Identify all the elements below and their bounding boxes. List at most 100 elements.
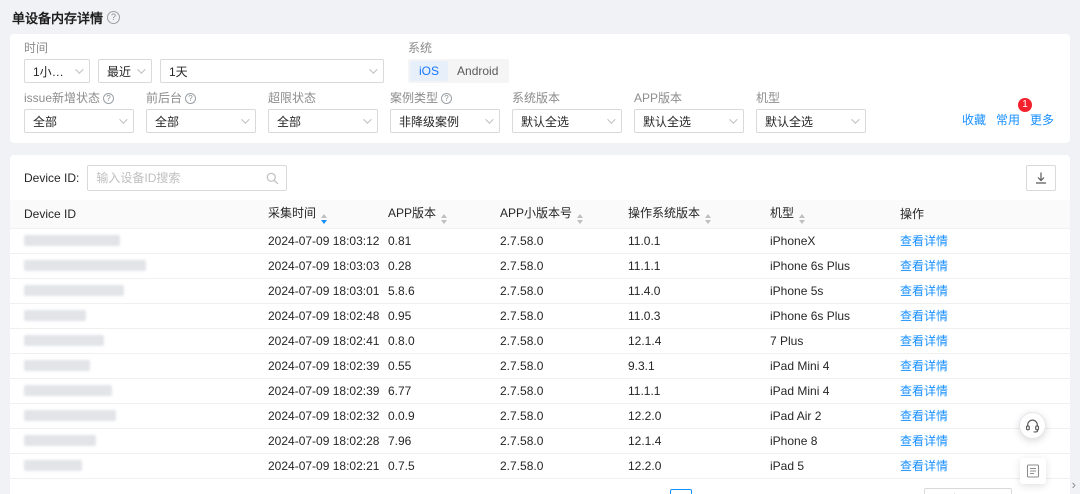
device-id-redacted: [24, 335, 104, 346]
chevron-down-icon: [75, 65, 84, 74]
device-id-label: Device ID:: [24, 171, 80, 185]
headset-icon: [1025, 419, 1040, 433]
view-detail-link[interactable]: 查看详情: [900, 409, 948, 423]
table-header-row: Device ID 采集时间 APP版本 APP小版本号 操作系统版本 机型 操作: [10, 200, 1070, 229]
cell-os-version: 9.3.1: [620, 353, 762, 379]
cell-app-minor-version: 2.7.58.0: [492, 353, 620, 379]
filter-select[interactable]: 非降级案例: [390, 109, 500, 133]
table-row: 2024-07-09 18:03:01 5.8.6 2.7.58.0 11.4.…: [10, 278, 1070, 304]
cell-app-minor-version: 2.7.58.0: [492, 278, 620, 304]
view-detail-link[interactable]: 查看详情: [900, 459, 948, 473]
filter-select[interactable]: 默认全选: [634, 109, 744, 133]
filter-field: 超限状态 全部: [268, 91, 378, 133]
time-granularity-select[interactable]: 1小时...: [24, 59, 90, 83]
view-detail-link[interactable]: 查看详情: [900, 284, 948, 298]
filter-select[interactable]: 全部: [146, 109, 256, 133]
column-header[interactable]: APP小版本号: [492, 200, 620, 229]
feedback-float-button[interactable]: [1019, 412, 1046, 439]
filter-select[interactable]: 全部: [24, 109, 134, 133]
time-label: 时间: [24, 41, 49, 55]
cell-app-version: 0.7.5: [380, 453, 492, 479]
info-icon[interactable]: ?: [441, 93, 453, 104]
view-detail-link[interactable]: 查看详情: [900, 434, 948, 448]
page-button-1234[interactable]: 1234: [851, 489, 886, 494]
system-android-button[interactable]: Android: [448, 61, 507, 81]
view-detail-link[interactable]: 查看详情: [900, 384, 948, 398]
docs-float-button[interactable]: [1020, 458, 1046, 484]
chevron-down-icon: [851, 115, 860, 124]
page-info-icon[interactable]: ?: [107, 11, 121, 24]
download-button[interactable]: [1026, 165, 1056, 191]
more-link[interactable]: 更多: [1030, 111, 1054, 128]
cell-device-id: [10, 228, 260, 254]
filter-select[interactable]: 全部: [268, 109, 378, 133]
sort-icon[interactable]: [577, 214, 584, 224]
pagination-prev-button[interactable]: ‹: [640, 489, 662, 494]
view-detail-link[interactable]: 查看详情: [900, 334, 948, 348]
chevron-down-icon: [729, 115, 738, 124]
system-segmented-control: iOS Android: [408, 59, 510, 83]
cell-app-version: 0.8.0: [380, 328, 492, 354]
column-header[interactable]: 采集时间: [260, 200, 380, 229]
sort-icon[interactable]: [441, 214, 448, 224]
filter-select-value: 默认全选: [765, 114, 814, 129]
table-row: 2024-07-09 18:02:41 0.8.0 2.7.58.0 12.1.…: [10, 328, 1070, 354]
filter-field-label: APP版本: [634, 91, 683, 105]
page-button-3[interactable]: 3: [730, 489, 752, 494]
cell-os-version: 11.4.0: [620, 278, 762, 304]
page-ellipsis: •••: [820, 489, 844, 494]
info-icon[interactable]: ?: [185, 93, 197, 104]
filter-field-label: issue新增状态 ?: [24, 91, 134, 106]
common-link[interactable]: 常用: [996, 111, 1020, 128]
column-header[interactable]: 机型: [762, 200, 892, 229]
document-icon: [1026, 464, 1040, 478]
time-mode-select[interactable]: 最近: [98, 59, 152, 83]
table-body: 2024-07-09 18:03:12 0.81 2.7.58.0 11.0.1…: [10, 228, 1070, 479]
view-detail-link[interactable]: 查看详情: [900, 234, 948, 248]
device-id-redacted: [24, 310, 86, 321]
page-button-4[interactable]: 4: [760, 489, 782, 494]
expand-panel-button[interactable]: ›: [1072, 478, 1076, 491]
page-button-1[interactable]: 1: [669, 488, 692, 494]
pagination-next-button[interactable]: ›: [894, 489, 916, 494]
page-title: 单设备内存详情: [12, 11, 104, 26]
filter-select-value: 默认全选: [521, 114, 570, 129]
view-detail-link[interactable]: 查看详情: [900, 359, 948, 373]
device-id-search-input[interactable]: [87, 165, 288, 191]
filter-select[interactable]: 默认全选: [756, 109, 866, 133]
filter-field: 机型 默认全选: [756, 91, 866, 133]
filter-field-label: 机型: [756, 91, 781, 105]
system-ios-button[interactable]: iOS: [410, 61, 449, 81]
chevron-down-icon: [363, 115, 372, 124]
column-header[interactable]: 操作系统版本: [620, 200, 762, 229]
cell-app-version: 0.81: [380, 228, 492, 254]
cell-model: iPhone 5s: [762, 278, 892, 304]
cell-collect-time: 2024-07-09 18:02:32: [260, 403, 380, 429]
cell-collect-time: 2024-07-09 18:03:03: [260, 253, 380, 279]
page-button-2[interactable]: 2: [700, 489, 722, 494]
table-row: 2024-07-09 18:02:48 0.95 2.7.58.0 11.0.3…: [10, 303, 1070, 329]
filter-field: 案例类型 ? 非降级案例: [390, 91, 500, 133]
cell-os-version: 11.0.1: [620, 228, 762, 254]
time-range-select[interactable]: 1天: [160, 59, 384, 83]
sort-icon[interactable]: [799, 214, 806, 224]
column-header[interactable]: APP版本: [380, 200, 492, 229]
filter-field: issue新增状态 ? 全部: [24, 91, 134, 133]
chevron-down-icon: [119, 115, 128, 124]
time-granularity-value: 1小时...: [33, 64, 69, 79]
sort-icon[interactable]: [705, 214, 712, 224]
filter-select[interactable]: 默认全选: [512, 109, 622, 133]
view-detail-link[interactable]: 查看详情: [900, 259, 948, 273]
cell-app-minor-version: 2.7.58.0: [492, 378, 620, 404]
page-size-select[interactable]: 10 条/页: [924, 487, 1012, 494]
filter-actions: 1 收藏 常用 更多: [962, 98, 1056, 133]
page-button-5[interactable]: 5: [790, 489, 812, 494]
sort-icon[interactable]: [321, 214, 328, 224]
cell-app-minor-version: 2.7.58.0: [492, 428, 620, 454]
favorite-link[interactable]: 收藏: [962, 111, 986, 128]
chevron-down-icon: [137, 65, 146, 74]
filter-field-label: 系统版本: [512, 91, 561, 105]
info-icon[interactable]: ?: [103, 93, 115, 104]
cell-device-id: [10, 328, 260, 354]
view-detail-link[interactable]: 查看详情: [900, 309, 948, 323]
